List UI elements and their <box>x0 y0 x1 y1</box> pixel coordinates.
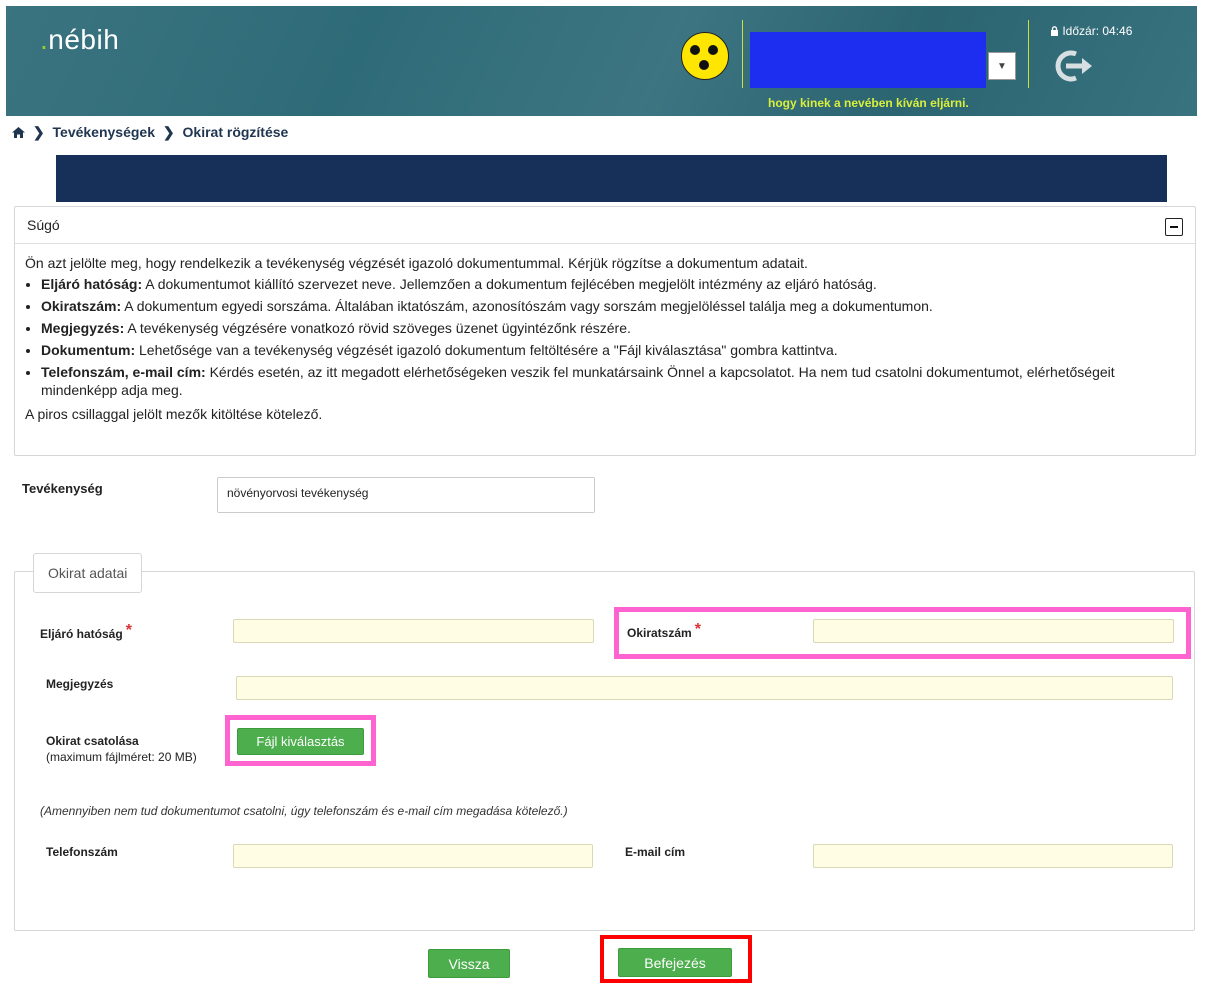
finish-button[interactable]: Befejezés <box>618 948 732 977</box>
help-item: Telefonszám, e-mail cím: Kérdés esetén, … <box>41 363 1185 399</box>
header: .nébih ▼ hogy kinek a nevében kíván eljá… <box>6 6 1197 116</box>
logo-text: nébih <box>48 24 120 55</box>
help-item: Eljáró hatóság: A dokumentumot kiállító … <box>41 275 1185 293</box>
email-label: E-mail cím <box>625 845 686 859</box>
back-button[interactable]: Vissza <box>428 949 510 978</box>
comment-label: Megjegyzés <box>46 677 114 691</box>
lock-icon <box>1051 26 1058 36</box>
help-footer: A piros csillaggal jelölt mezők kitöltés… <box>25 406 323 422</box>
nebih-logo[interactable]: .nébih <box>40 24 119 56</box>
comment-input[interactable] <box>236 676 1173 700</box>
help-panel-header[interactable]: Súgó <box>15 207 1195 244</box>
fieldset-legend: Okirat adatai <box>33 553 143 593</box>
file-select-button[interactable]: Fájl kiválasztás <box>237 728 364 755</box>
activity-label: Tevékenység <box>22 481 103 496</box>
session-timer: Időzár: 04:46 <box>1050 24 1132 38</box>
doc-number-input[interactable] <box>813 619 1174 643</box>
accessibility-blind-icon[interactable] <box>681 32 729 80</box>
logout-icon[interactable] <box>1050 46 1100 86</box>
chevron-right-icon: ❯ <box>32 124 45 140</box>
help-title: Súgó <box>27 217 60 233</box>
help-body: Ön azt jelölte meg, hogy rendelkezik a t… <box>15 244 1195 433</box>
representation-select[interactable] <box>750 32 986 88</box>
header-background <box>6 6 1197 116</box>
breadcrumb-item-current: Okirat rögzítése <box>182 124 289 140</box>
header-separator <box>1028 20 1029 88</box>
authority-input[interactable] <box>233 619 594 643</box>
required-mark: * <box>125 622 132 639</box>
timer-label: Időzár: 04:46 <box>1062 24 1133 38</box>
phone-input[interactable] <box>233 844 593 868</box>
navigation-bar <box>56 155 1167 202</box>
help-panel: Súgó Ön azt jelölte meg, hogy rendelkezi… <box>14 206 1196 456</box>
activity-value: növényorvosi tevékenység <box>217 477 595 513</box>
help-item: Dokumentum: Lehetősége van a tevékenység… <box>41 341 1185 359</box>
breadcrumb: ❯ Tevékenységek ❯ Okirat rögzítése <box>12 124 288 141</box>
help-item: Okiratszám: A dokumentum egyedi sorszáma… <box>41 297 1185 315</box>
doc-number-label: Okiratszám * <box>627 621 701 640</box>
required-mark: * <box>694 621 701 638</box>
help-list: Eljáró hatóság: A dokumentumot kiállító … <box>25 275 1185 399</box>
attach-sublabel: (maximum fájlméret: 20 MB) <box>46 750 197 764</box>
home-icon[interactable] <box>12 127 25 138</box>
collapse-icon[interactable] <box>1165 218 1183 236</box>
header-separator <box>742 20 743 88</box>
phone-label: Telefonszám <box>46 845 118 859</box>
representation-note: hogy kinek a nevében kíván eljárni. <box>768 96 969 110</box>
contact-note: (Amennyiben nem tud dokumentumot csatoln… <box>40 804 568 818</box>
help-item: Megjegyzés: A tevékenység végzésére vona… <box>41 319 1185 337</box>
help-intro: Ön azt jelölte meg, hogy rendelkezik a t… <box>25 255 808 271</box>
authority-label: Eljáró hatóság * <box>40 622 132 641</box>
email-input[interactable] <box>813 844 1173 868</box>
chevron-down-icon[interactable]: ▼ <box>988 52 1016 80</box>
breadcrumb-item-activities[interactable]: Tevékenységek <box>53 124 155 140</box>
attach-label: Okirat csatolása <box>46 734 139 748</box>
chevron-right-icon: ❯ <box>162 124 175 140</box>
